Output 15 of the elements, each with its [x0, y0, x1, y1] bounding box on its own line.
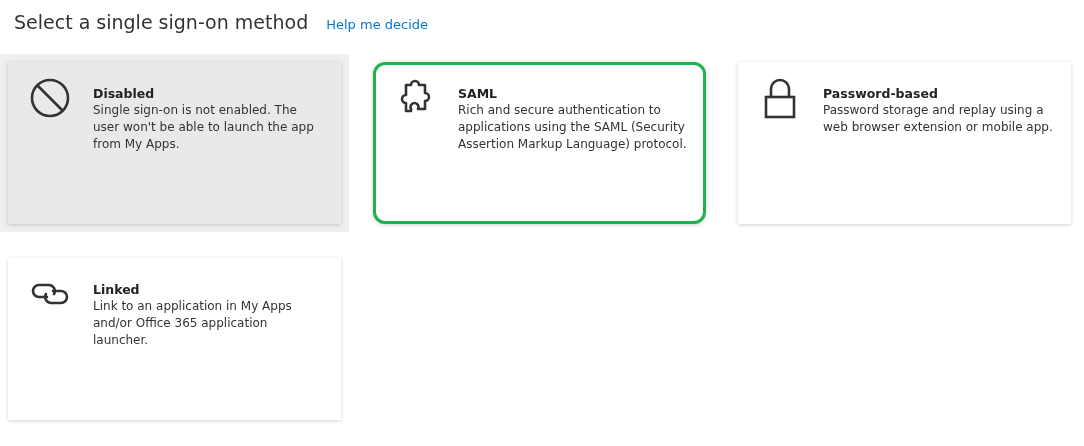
no-entry-icon — [29, 77, 71, 119]
page-heading: Select a single sign-on method — [14, 10, 309, 35]
method-title: Password-based — [823, 85, 939, 102]
method-card[interactable]: Disabled Single sign-on is not enabled. The user won't be able to launch the app from My Apps. — [8, 62, 341, 224]
method-card[interactable]: Password-based Password storage and replay using a web browser extension or mobile app. — [738, 62, 1071, 224]
method-title: Disabled — [93, 85, 156, 102]
method-description: Single sign-on is not enabled. The user won't be able to launch the app from My Apps. — [93, 102, 315, 153]
help-link[interactable]: Help me decide — [326, 15, 429, 35]
method-description: Link to an application in My Apps and/or Office 365 application launcher. — [93, 298, 293, 349]
method-title: Linked — [93, 281, 141, 298]
method-description: Rich and secure authentication to applications using the SAML (Security Assertion Markup Language) protocol. — [458, 102, 688, 153]
method-card[interactable]: Linked Link to an application in My Apps and/or Office 365 application launcher. — [8, 258, 341, 420]
method-title: SAML — [458, 85, 499, 102]
method-description: Password storage and replay using a web browser extension or mobile app. — [823, 102, 1053, 136]
method-card[interactable]: SAML Rich and secure authentication to applications using the SAML (Security Assertion Markup Language) protocol. — [373, 62, 706, 224]
